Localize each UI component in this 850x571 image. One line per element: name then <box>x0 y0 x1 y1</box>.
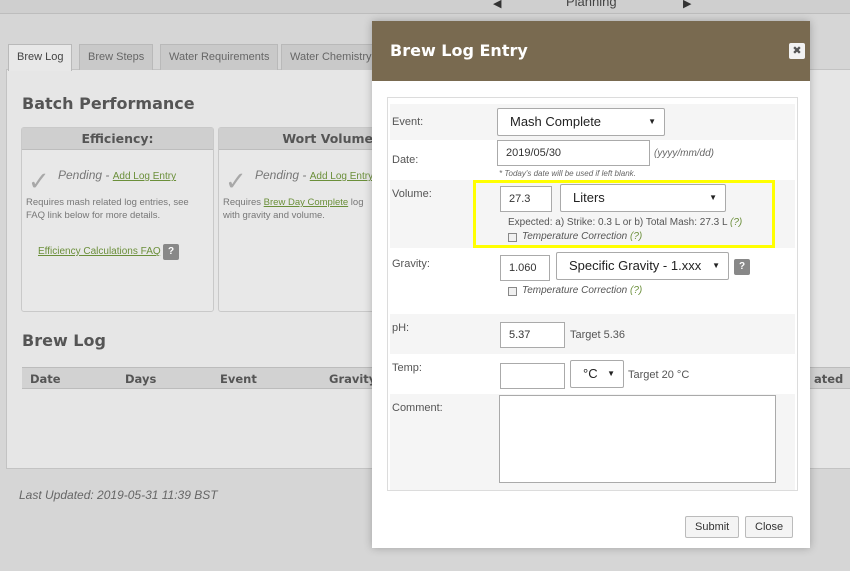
next-arrow-icon[interactable]: ▶ <box>683 0 691 10</box>
tab-water-requirements[interactable]: Water Requirements <box>160 44 279 70</box>
volume-unit-select[interactable]: Liters ▼ <box>560 184 726 212</box>
date-row: Date: 2019/05/30 (yyyy/mm/dd) * Today's … <box>390 140 795 180</box>
efficiency-desc-line1: Requires mash related log entries, see <box>26 197 189 208</box>
temp-unit-value: °C <box>583 366 598 381</box>
gravity-temp-correction-checkbox[interactable] <box>508 287 517 296</box>
volume-row: Volume: 27.3 Liters ▼ Expected: a) Strik… <box>390 180 795 248</box>
wort-volume-desc-line2: with gravity and volume. <box>223 210 325 221</box>
wort-volume-card: Wort Volume: ✓ Pending - Add Log Entry R… <box>218 127 393 312</box>
volume-help-link[interactable]: (?) <box>730 217 742 228</box>
gravity-row: Gravity: 1.060 Specific Gravity - 1.xxx … <box>390 248 795 314</box>
submit-button[interactable]: Submit <box>685 516 740 538</box>
ph-target: Target 5.36 <box>570 329 626 341</box>
wort-volume-card-heading: Wort Volume: <box>219 128 392 150</box>
gravity-temp-correction-label: Temperature Correction (?) <box>522 285 642 296</box>
date-blank-note: * Today's date will be used if left blan… <box>499 169 636 178</box>
temp-unit-select[interactable]: °C ▼ <box>570 360 624 388</box>
temp-row: Temp: °C ▼ Target 20 °C <box>390 354 795 394</box>
modal-header: Brew Log Entry ✖ <box>372 21 810 81</box>
gravity-temp-help-link[interactable]: (?) <box>630 285 642 296</box>
gravity-temp-correction-text: Temperature Correction <box>522 285 628 296</box>
dropdown-caret-icon: ▼ <box>712 261 720 270</box>
wort-volume-status: Pending - Add Log Entry <box>255 168 374 182</box>
volume-input[interactable]: 27.3 <box>500 186 552 212</box>
checkmark-icon: ✓ <box>225 166 247 196</box>
column-days[interactable]: Days <box>125 372 156 386</box>
volume-expected-value: Expected: a) Strike: 0.3 L or b) Total M… <box>508 217 728 228</box>
volume-temp-correction-checkbox[interactable] <box>508 233 517 242</box>
efficiency-desc-line2: FAQ link below for more details. <box>26 210 161 221</box>
efficiency-add-log-entry-link[interactable]: Add Log Entry <box>113 171 176 182</box>
batch-performance-title: Batch Performance <box>22 94 195 113</box>
volume-temp-correction-text: Temperature Correction <box>522 231 628 242</box>
wort-volume-desc-pre: Requires <box>223 197 264 208</box>
ph-row: pH: 5.37 Target 5.36 <box>390 314 795 354</box>
wort-volume-desc-post: log <box>348 197 364 208</box>
gravity-help-icon[interactable]: ? <box>734 259 750 275</box>
top-nav-title: Planning <box>566 0 617 9</box>
wort-volume-description: Requires Brew Day Complete log with grav… <box>223 196 363 222</box>
efficiency-status-text: Pending <box>58 168 103 182</box>
gravity-unit-value: Specific Gravity - 1.xxx <box>569 258 702 273</box>
temp-input[interactable] <box>500 363 565 389</box>
checkmark-icon: ✓ <box>28 166 50 196</box>
volume-expected-text: Expected: a) Strike: 0.3 L or b) Total M… <box>508 217 742 228</box>
ph-input[interactable]: 5.37 <box>500 322 565 348</box>
efficiency-description: Requires mash related log entries, see F… <box>26 196 189 222</box>
gravity-unit-select[interactable]: Specific Gravity - 1.xxx ▼ <box>556 252 729 280</box>
comment-label: Comment: <box>392 402 443 414</box>
gravity-label: Gravity: <box>392 258 430 270</box>
date-input[interactable]: 2019/05/30 <box>497 140 650 166</box>
column-gravity[interactable]: Gravity <box>329 372 376 386</box>
wort-volume-add-log-entry-link[interactable]: Add Log Entry <box>310 171 373 182</box>
temp-target: Target 20 °C <box>628 369 690 381</box>
volume-label: Volume: <box>392 188 432 200</box>
volume-temp-help-link[interactable]: (?) <box>630 231 642 242</box>
volume-temp-correction-label: Temperature Correction (?) <box>522 231 642 242</box>
ph-label: pH: <box>392 322 410 334</box>
efficiency-card-heading: Efficiency: <box>22 128 213 150</box>
prev-arrow-icon[interactable]: ◀ <box>493 0 501 10</box>
date-label: Date: <box>392 154 419 166</box>
dropdown-caret-icon: ▼ <box>648 117 656 126</box>
brew-day-complete-link[interactable]: Brew Day Complete <box>264 197 348 208</box>
event-label: Event: <box>392 116 424 128</box>
brew-log-title: Brew Log <box>22 331 106 350</box>
volume-unit-value: Liters <box>573 190 605 205</box>
close-icon[interactable]: ✖ <box>789 43 805 59</box>
tab-brew-steps[interactable]: Brew Steps <box>79 44 154 70</box>
event-select[interactable]: Mash Complete ▼ <box>497 108 665 136</box>
last-updated-text: Last Updated: 2019-05-31 11:39 BST <box>19 488 218 502</box>
top-navigation-bar: ◀ Planning ▶ <box>0 0 850 14</box>
efficiency-faq-link[interactable]: Efficiency Calculations FAQ <box>38 246 161 257</box>
gravity-input[interactable]: 1.060 <box>500 255 550 281</box>
dropdown-caret-icon: ▼ <box>607 369 615 378</box>
efficiency-help-icon[interactable]: ? <box>163 244 179 260</box>
column-date[interactable]: Date <box>30 372 61 386</box>
temp-label: Temp: <box>392 362 422 374</box>
event-row: Event: Mash Complete ▼ <box>390 104 795 140</box>
close-button[interactable]: Close <box>745 516 794 538</box>
comment-textarea[interactable] <box>499 395 776 483</box>
tab-brew-log[interactable]: Brew Log <box>8 44 73 71</box>
column-updated[interactable]: ated <box>814 372 843 386</box>
column-event[interactable]: Event <box>220 372 257 386</box>
event-select-value: Mash Complete <box>510 114 602 129</box>
date-format-hint: (yyyy/mm/dd) <box>654 148 714 159</box>
dropdown-caret-icon: ▼ <box>709 193 717 202</box>
wort-volume-status-text: Pending <box>255 168 300 182</box>
tab-water-chemistry[interactable]: Water Chemistry <box>281 44 381 70</box>
modal-title: Brew Log Entry <box>390 41 528 60</box>
efficiency-status: Pending - Add Log Entry <box>58 168 177 182</box>
efficiency-card: Efficiency: ✓ Pending - Add Log Entry Re… <box>21 127 214 312</box>
